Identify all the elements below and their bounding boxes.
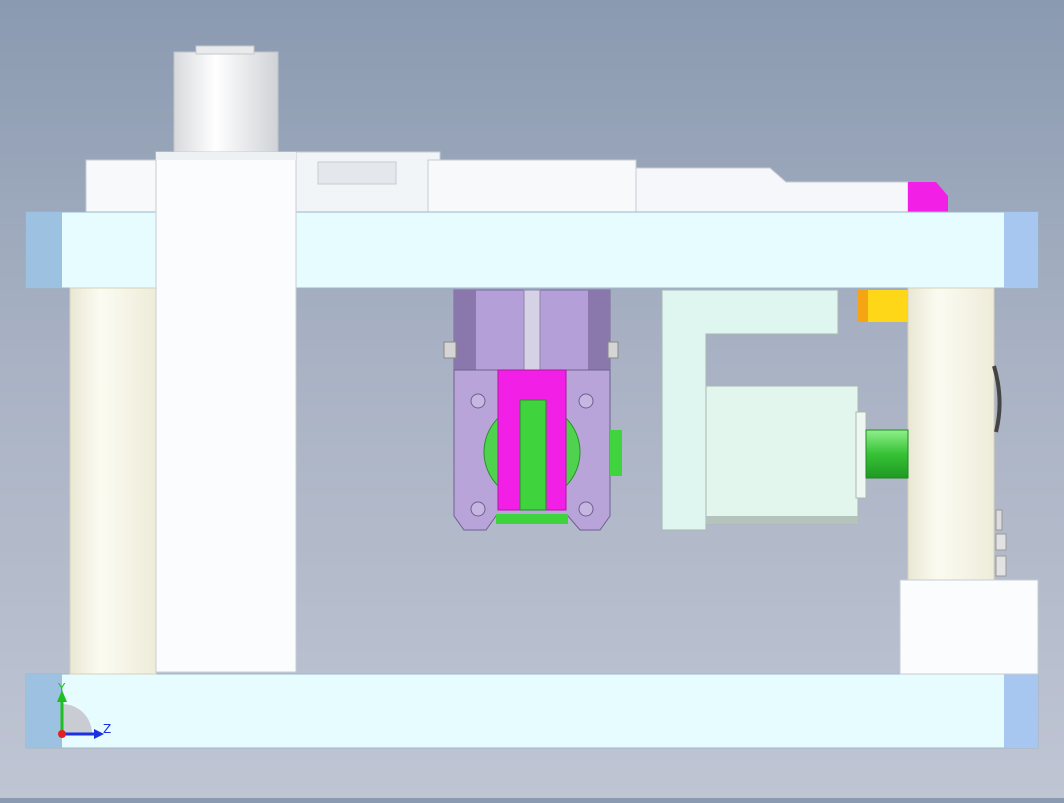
sensor-block[interactable] (858, 290, 908, 322)
top-cylinder[interactable] (173, 45, 279, 153)
vertical-slide-block[interactable] (155, 151, 297, 673)
bottom-plate[interactable] (25, 673, 1039, 749)
y-axis-label: Y (57, 681, 66, 695)
gripper-assembly[interactable] (443, 289, 622, 531)
servo-motor[interactable] (705, 385, 867, 525)
cad-3d-viewport[interactable]: Y Z (0, 0, 1064, 798)
right-guide-column[interactable] (899, 287, 1039, 675)
magenta-tab[interactable] (908, 182, 948, 212)
left-guide-column[interactable] (69, 287, 157, 675)
cad-model-canvas[interactable]: Y Z (0, 0, 1064, 798)
shaft-coupling[interactable] (865, 429, 909, 479)
x-axis-dot (58, 730, 66, 738)
z-axis-label: Z (103, 722, 111, 736)
